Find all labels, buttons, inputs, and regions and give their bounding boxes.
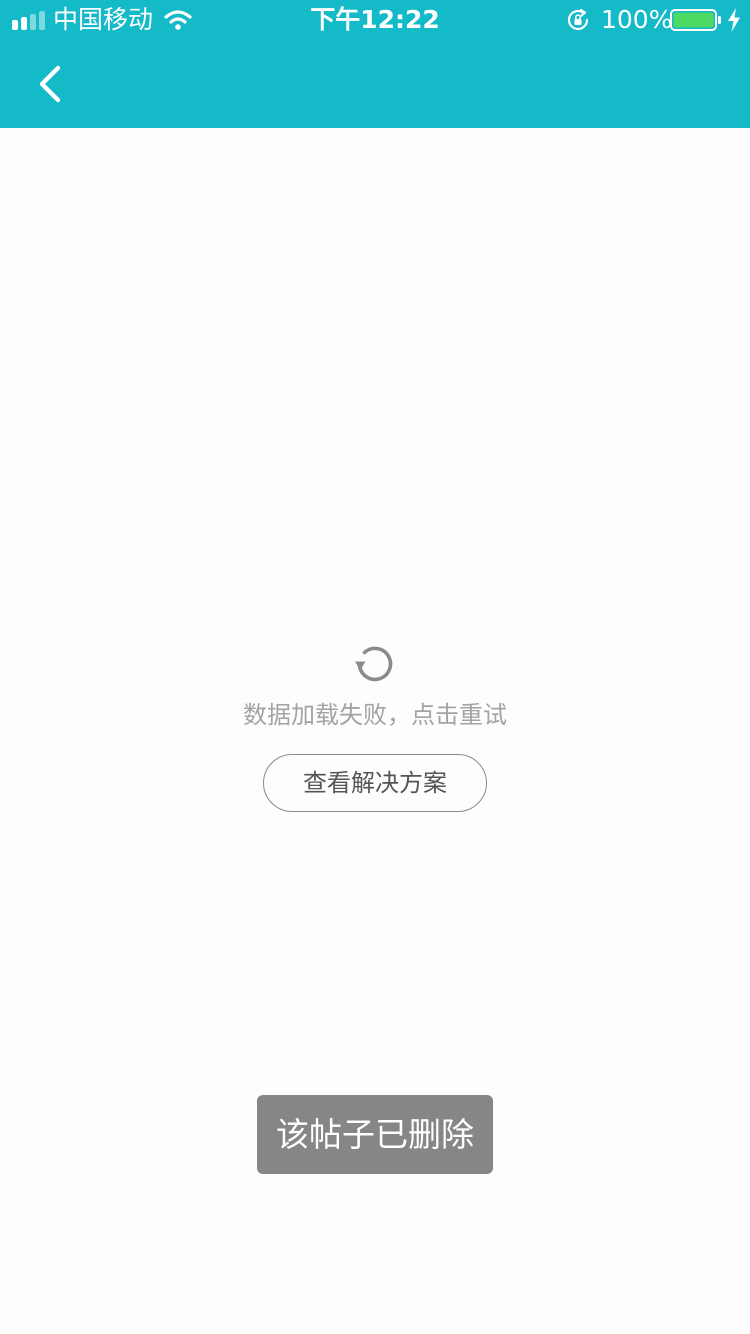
screen: 中国移动 下午12:22 100% 数据加载失败，点击重试 查看解决方案 该帖子…: [0, 0, 750, 1334]
toast-message: 该帖子已删除: [257, 1095, 493, 1174]
load-error-panel: 数据加载失败，点击重试 查看解决方案: [0, 640, 750, 812]
retry-message[interactable]: 数据加载失败，点击重试: [0, 698, 750, 732]
chevron-left-icon: [39, 65, 61, 103]
view-solution-button[interactable]: 查看解决方案: [263, 754, 487, 812]
battery-percent: 100%: [601, 5, 673, 34]
reload-icon[interactable]: [351, 640, 399, 688]
battery-icon: [670, 9, 721, 31]
rotation-lock-icon: [567, 8, 589, 31]
charging-bolt-icon: [728, 8, 740, 32]
top-bar: 中国移动 下午12:22 100%: [0, 0, 750, 128]
status-bar: 中国移动 下午12:22 100%: [0, 0, 750, 40]
back-button[interactable]: [22, 56, 78, 112]
